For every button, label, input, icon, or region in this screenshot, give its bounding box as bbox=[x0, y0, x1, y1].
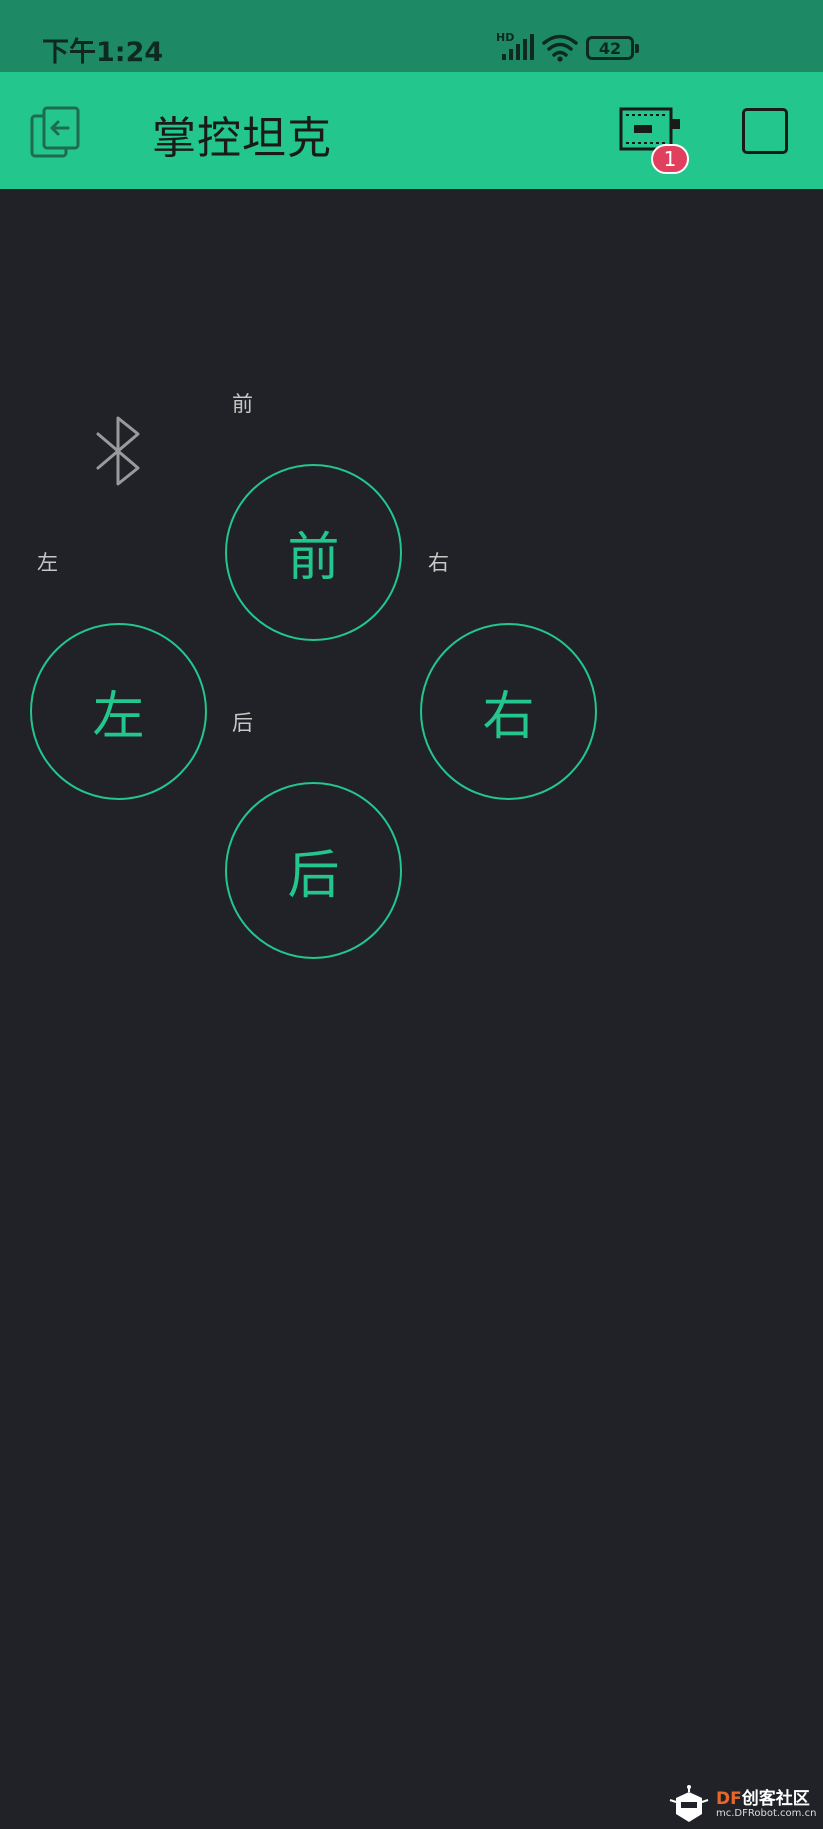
battery-level: 42 bbox=[598, 38, 622, 58]
notification-badge: 1 bbox=[651, 144, 689, 174]
forward-button[interactable]: 前 bbox=[225, 464, 402, 641]
right-button[interactable]: 右 bbox=[420, 623, 597, 800]
stop-button[interactable] bbox=[742, 108, 788, 154]
watermark: DF创客社区 mc.DFRobot.com.cn bbox=[668, 1782, 818, 1826]
label-backward: 后 bbox=[232, 711, 253, 735]
app-bar: 掌控坦克 1 bbox=[0, 72, 823, 189]
left-button[interactable]: 左 bbox=[30, 623, 207, 800]
battery-icon: 42 bbox=[586, 36, 639, 60]
watermark-url: mc.DFRobot.com.cn bbox=[716, 1808, 817, 1819]
exit-project-icon[interactable] bbox=[30, 106, 84, 160]
watermark-brand-prefix: DF bbox=[716, 1789, 742, 1809]
label-left: 左 bbox=[37, 551, 58, 575]
label-forward: 前 bbox=[232, 392, 253, 416]
wifi-icon bbox=[542, 34, 578, 62]
robot-logo-icon bbox=[669, 1785, 709, 1822]
label-right: 右 bbox=[428, 551, 449, 575]
watermark-brand: DF创客社区 bbox=[716, 1784, 810, 1809]
status-time: 下午1:24 bbox=[42, 37, 164, 68]
status-bar: 下午1:24 HD 42 bbox=[0, 0, 823, 72]
hd-signal-icon: HD bbox=[496, 31, 534, 60]
page-title: 掌控坦克 bbox=[152, 113, 332, 164]
backward-button[interactable]: 后 bbox=[225, 782, 402, 959]
bluetooth-icon[interactable] bbox=[94, 416, 142, 486]
network-label: HD bbox=[496, 31, 514, 44]
watermark-brand-rest: 创客社区 bbox=[741, 1789, 810, 1809]
app-screen: 下午1:24 HD 42 掌控坦克 1 前 左 右 后 前 左 右 后 DF创客… bbox=[0, 0, 823, 1829]
